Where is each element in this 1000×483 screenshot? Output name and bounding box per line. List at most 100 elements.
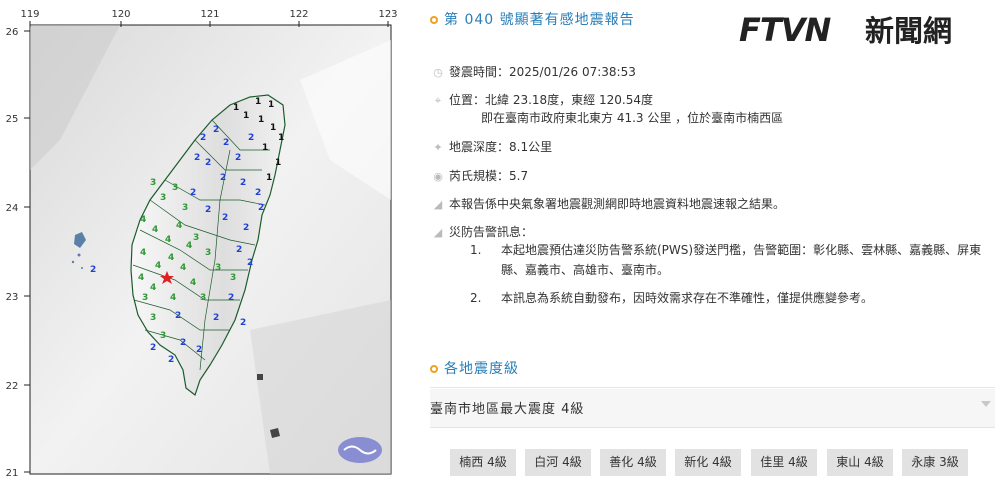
intensity-label: 2 (255, 188, 261, 198)
time-text: 發震時間：2025/01/26 07:38:53 (449, 65, 636, 79)
y-axis-ticks: 26 25 24 23 22 21 (6, 27, 30, 479)
intensity-label: 4 (170, 293, 176, 303)
intensity-label: 2 (213, 313, 219, 323)
intensity-label: 4 (155, 261, 161, 271)
magnitude-text: 芮氏規模：5.7 (449, 169, 529, 183)
y-tick-label: 22 (6, 381, 19, 392)
intensity-label: 1 (270, 123, 276, 133)
source-text: 本報告係中央氣象署地震觀測網即時地震資料地震速報之結果。 (449, 197, 786, 211)
intensity-label: 3 (200, 293, 206, 303)
intensity-label: 1 (275, 158, 281, 168)
report-title-text: 第 040 號顯著有感地震報告 (444, 12, 635, 28)
warning-1-line1: 本起地震預估達災防告警系統(PWS)發送門檻，告警範圍：彰化縣、雲林縣、嘉義縣、… (501, 243, 982, 257)
intensity-label: 2 (243, 223, 249, 233)
y-tick-label: 23 (6, 292, 19, 303)
intensity-label: 3 (193, 233, 199, 243)
warning-1-line2: 縣、嘉義市、高雄市、臺南市。 (501, 263, 670, 277)
intensity-label: 2 (220, 173, 226, 183)
intensity-label: 4 (152, 225, 158, 235)
intensity-label: 2 (222, 213, 228, 223)
intensity-label: 2 (180, 338, 186, 348)
report-panel: 第 040 號顯著有感地震報告 FTVN 新聞網 ◷ 發震時間：2025/01/2… (415, 0, 1000, 479)
x-axis-ticks: 119 120 121 122 123 (20, 9, 398, 27)
intensity-label: 4 (176, 221, 182, 231)
location-text: 位置：北緯 23.18度，東經 120.54度 (449, 93, 653, 107)
town-chip[interactable]: 白河 4級 (525, 449, 591, 476)
y-tick-label: 24 (6, 203, 19, 214)
ftvn-logo: FTVN 新聞網 (739, 11, 952, 48)
intensity-label: 1 (243, 111, 249, 121)
x-tick-label: 122 (289, 9, 308, 20)
depth-row: ✦ 地震深度：8.1公里 (431, 139, 552, 156)
intensity-section-title-text: 各地震度級 (444, 361, 519, 377)
bullet-icon (430, 16, 438, 24)
intensity-label: 3 (142, 293, 148, 303)
y-tick-label: 21 (6, 468, 19, 479)
bullet-icon (430, 365, 438, 373)
svg-text:FTVN: FTVN (739, 11, 831, 48)
intensity-label: 3 (230, 273, 236, 283)
clock-icon: ◷ (433, 66, 443, 79)
region-select[interactable]: 臺南市地區最大震度 4級 (430, 389, 995, 428)
chevron-down-icon[interactable] (981, 401, 991, 407)
intensity-label: 2 (240, 318, 246, 328)
intensity-label: 2 (228, 293, 234, 303)
intensity-label: 1 (262, 143, 268, 153)
intensity-label: 1 (255, 97, 261, 107)
y-tick-label: 25 (6, 114, 19, 125)
intensity-label: 2 (150, 343, 156, 353)
intensity-label: 1 (258, 115, 264, 125)
intensity-label: 4 (186, 241, 192, 251)
town-chip[interactable]: 善化 4級 (600, 449, 666, 476)
intensity-label: 2 (205, 158, 211, 168)
megaphone-icon: ◢ (433, 226, 443, 239)
town-chip[interactable]: 楠西 4級 (450, 449, 516, 476)
intensity-label: 2 (223, 138, 229, 148)
intensity-label: 4 (190, 278, 196, 288)
y-tick-label: 26 (6, 27, 19, 38)
intensity-label: 2 (258, 203, 264, 213)
intensity-map: 119 120 121 122 123 26 25 24 23 22 21 11111111112… (0, 0, 415, 479)
intensity-label: 3 (160, 331, 166, 341)
town-chip[interactable]: 東山 4級 (827, 449, 893, 476)
warning-row: ◢ 災防告警訊息： (431, 224, 533, 241)
intensity-label: 3 (205, 248, 211, 258)
town-chip[interactable]: 佳里 4級 (751, 449, 817, 476)
x-tick-label: 119 (20, 9, 39, 20)
intensity-label: 2 (190, 188, 196, 198)
intensity-label: 3 (150, 313, 156, 323)
town-chip[interactable]: 新化 4級 (675, 449, 741, 476)
intensity-label: 1 (266, 173, 272, 183)
intensity-label: 3 (172, 183, 178, 193)
depth-icon: ✦ (433, 141, 443, 154)
intensity-label: 3 (215, 263, 221, 273)
intensity-label: 4 (140, 215, 146, 225)
intensity-label: 2 (194, 153, 200, 163)
intensity-label: 3 (160, 193, 166, 203)
green-island (257, 374, 263, 380)
depth-text: 地震深度：8.1公里 (449, 140, 553, 154)
intensity-label: 2 (90, 265, 96, 275)
svg-text:新聞網: 新聞網 (865, 14, 952, 48)
warning-2-number: 2. (470, 291, 482, 305)
location-row: ⌖ 位置：北緯 23.18度，東經 120.54度 (431, 92, 653, 109)
town-chip[interactable]: 永康 3級 (902, 449, 968, 476)
map-svg: 119 120 121 122 123 262524232221 111 11111112… (6, 9, 398, 479)
magnitude-row: ◉ 芮氏規模：5.7 (431, 168, 528, 185)
intensity-label: 4 (180, 263, 186, 273)
intensity-label: 4 (165, 235, 171, 245)
intensity-label: 4 (140, 248, 146, 258)
intensity-label: 2 (196, 345, 202, 355)
report-title: 第 040 號顯著有感地震報告 (430, 9, 635, 29)
intensity-label: 2 (168, 355, 174, 365)
location-detail: 即在臺南市政府東北東方 41.3 公里 ，位於臺南市楠西區 (481, 111, 784, 125)
intensity-label: 3 (150, 178, 156, 188)
region-select-label: 臺南市地區最大震度 4級 (430, 402, 585, 417)
intensity-label: 2 (236, 245, 242, 255)
intensity-label: 1 (233, 103, 239, 113)
intensity-label: 4 (138, 273, 144, 283)
section-divider (430, 387, 995, 388)
warning-1-number: 1. (470, 243, 482, 257)
intensity-section-title: 各地震度級 (430, 358, 519, 378)
intensity-label: 2 (200, 133, 206, 143)
